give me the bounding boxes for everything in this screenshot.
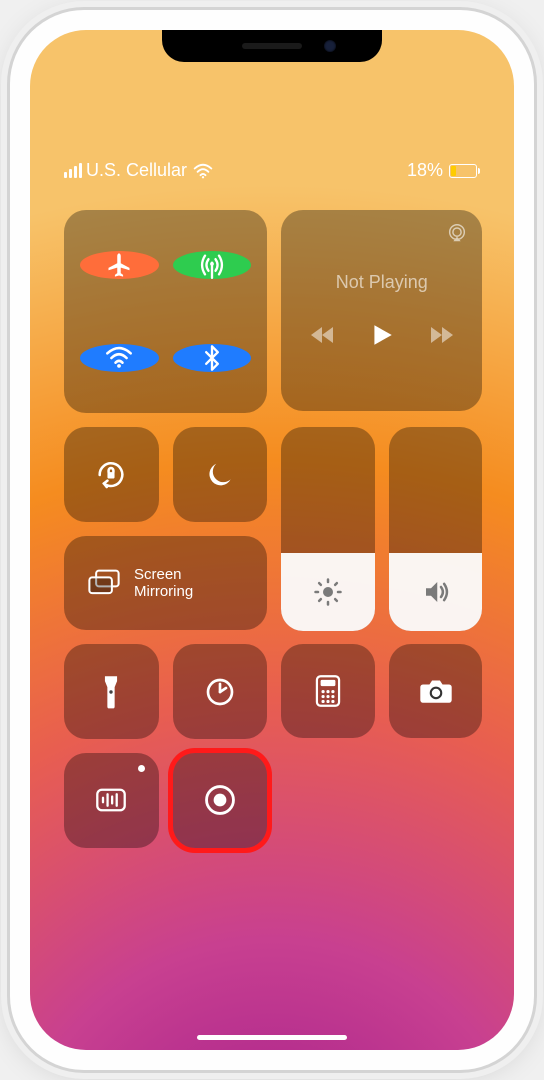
- wifi-icon: [193, 163, 213, 179]
- camera-icon: [419, 677, 453, 705]
- cellular-data-toggle[interactable]: [173, 251, 252, 279]
- wifi-toggle[interactable]: [80, 344, 159, 372]
- battery-pct-label: 18%: [407, 160, 443, 181]
- media-title: Not Playing: [336, 272, 428, 293]
- flashlight-icon: [101, 675, 121, 709]
- screen: U.S. Cellular 18%: [30, 30, 514, 1050]
- recording-indicator-dot: [138, 765, 145, 772]
- do-not-disturb-toggle[interactable]: [173, 427, 268, 522]
- voice-memo-icon: [95, 786, 127, 814]
- bluetooth-toggle[interactable]: [173, 344, 252, 372]
- timer-button[interactable]: [173, 644, 268, 739]
- calculator-icon: [314, 675, 342, 707]
- previous-track-button[interactable]: [311, 325, 335, 345]
- volume-icon: [421, 577, 451, 607]
- timer-icon: [204, 676, 236, 708]
- camera-button[interactable]: [389, 644, 483, 738]
- control-center: Not Playing: [64, 210, 480, 843]
- brightness-slider[interactable]: [281, 427, 375, 630]
- screen-mirroring-label: Screen Mirroring: [134, 566, 193, 601]
- battery-icon: [449, 164, 480, 178]
- calculator-button[interactable]: [281, 644, 375, 738]
- status-left: U.S. Cellular: [64, 160, 213, 181]
- voice-memo-button[interactable]: [64, 753, 159, 848]
- speaker-grille: [242, 43, 302, 49]
- play-button[interactable]: [369, 321, 395, 349]
- media-group[interactable]: Not Playing: [281, 210, 482, 411]
- front-camera: [324, 40, 336, 52]
- notch: [162, 30, 382, 62]
- volume-slider[interactable]: [389, 427, 483, 630]
- airplane-mode-toggle[interactable]: [80, 251, 159, 279]
- screen-recording-icon: [203, 783, 237, 817]
- flashlight-button[interactable]: [64, 644, 159, 739]
- connectivity-group[interactable]: [64, 210, 267, 413]
- next-track-button[interactable]: [429, 325, 453, 345]
- screen-recording-button[interactable]: [173, 753, 268, 848]
- status-right: 18%: [407, 160, 480, 181]
- screen-mirroring-icon: [86, 568, 122, 598]
- brightness-icon: [313, 577, 343, 607]
- phone-frame: U.S. Cellular 18%: [10, 10, 534, 1070]
- carrier-label: U.S. Cellular: [86, 160, 187, 181]
- orientation-lock-toggle[interactable]: [64, 427, 159, 522]
- airplay-icon[interactable]: [446, 222, 468, 244]
- home-indicator[interactable]: [197, 1035, 347, 1040]
- signal-bars-icon: [64, 163, 82, 178]
- screen-mirroring-button[interactable]: Screen Mirroring: [64, 536, 267, 631]
